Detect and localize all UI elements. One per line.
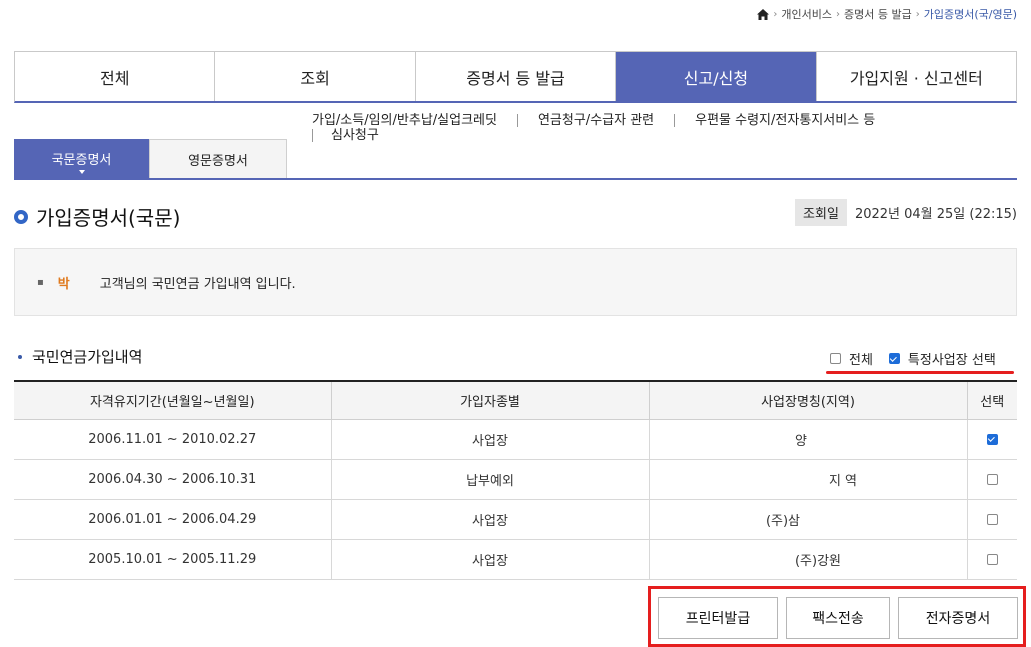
breadcrumb: › 개인서비스 › 증명서 등 발급 › 가입증명서(국/영문) (757, 6, 1017, 22)
row-select-checkbox[interactable] (986, 433, 998, 445)
bullet-icon: ▪ (37, 276, 44, 288)
workplace-filter: 전체 특정사업장 선택 (830, 349, 1012, 368)
cell-workplace: (주)강원 (649, 539, 968, 580)
chevron-right-icon: › (773, 8, 778, 20)
table-row: 2006.04.30 ~ 2006.10.31 납부예외 지 역 (14, 459, 1017, 500)
highlight-underline (826, 371, 1014, 374)
section-title: 국민연금가입내역 (32, 348, 143, 366)
chevron-right-icon: › (915, 8, 920, 20)
tab-all[interactable]: 전체 (15, 52, 216, 101)
row-select-checkbox[interactable] (986, 513, 998, 525)
customer-name: 박 (57, 276, 70, 292)
tab-report-apply[interactable]: 신고/신청 (616, 52, 817, 101)
info-box: ▪ 박 고객님의 국민연금 가입내역 입니다. (14, 248, 1017, 316)
cell-period: 2005.10.01 ~ 2005.11.29 (14, 539, 332, 580)
table-row: 2006.11.01 ~ 2010.02.27 사업장 양 (14, 419, 1017, 460)
divider (516, 114, 518, 127)
column-header-select: 선택 (967, 381, 1017, 420)
chevron-right-icon: › (836, 8, 841, 20)
cell-select (967, 419, 1017, 460)
breadcrumb-item[interactable]: 개인서비스 (781, 6, 832, 22)
page-title-block: 가입증명서(국문) (14, 202, 180, 231)
cell-select (967, 539, 1017, 580)
column-header-workplace: 사업장명칭(지역) (649, 381, 968, 420)
tab-support-center[interactable]: 가입지원 · 신고센터 (816, 52, 1017, 101)
subnav-item-enrollment[interactable]: 가입/소득/임의/반추납/실업크레딧 (312, 113, 497, 128)
table-row: 2005.10.01 ~ 2005.11.29 사업장 (주)강원 (14, 539, 1017, 580)
table-row: 2006.01.01 ~ 2006.04.29 사업장 (주)삼 (14, 499, 1017, 540)
workplace-name: (주)삼 (765, 513, 801, 529)
page-title: 가입증명서(국문) (36, 206, 181, 230)
cell-workplace: 양 (649, 419, 968, 460)
cell-period: 2006.01.01 ~ 2006.04.29 (14, 499, 332, 540)
tab-english-certificate[interactable]: 영문증명서 (149, 139, 287, 178)
cell-period: 2006.04.30 ~ 2006.10.31 (14, 459, 332, 500)
print-issue-button[interactable]: 프린터발급 (658, 597, 778, 639)
lookup-badge: 조회일 (795, 199, 847, 226)
tab-inquiry[interactable]: 조회 (215, 52, 416, 101)
cell-type: 사업장 (331, 499, 650, 540)
fax-send-button[interactable]: 팩스전송 (786, 597, 890, 639)
home-icon[interactable] (757, 8, 770, 20)
row-select-checkbox[interactable] (986, 473, 998, 485)
tab-certificates[interactable]: 증명서 등 발급 (415, 52, 617, 101)
cell-select (967, 499, 1017, 540)
breadcrumb-item[interactable]: 증명서 등 발급 (844, 6, 912, 22)
tab-korean-certificate[interactable]: 국문증명서 (14, 139, 149, 178)
lookup-date: 2022년 04월 25일 (22:15) (854, 207, 1017, 222)
workplace-name: 지 역 (828, 473, 858, 489)
workplace-name: (주)강원 (794, 553, 842, 569)
column-header-period: 자격유지기간(년월일~년월일) (14, 381, 332, 420)
all-checkbox[interactable] (830, 353, 841, 364)
circle-bullet-icon (14, 209, 28, 224)
subnav-item-pension-claim[interactable]: 연금청구/수급자 관련 (538, 113, 654, 128)
dot-bullet-icon (18, 354, 22, 359)
specific-workplace-label[interactable]: 특정사업장 선택 (908, 349, 996, 368)
main-tab-bar: 전체 조회 증명서 등 발급 신고/신청 가입지원 · 신고센터 (14, 51, 1017, 103)
cell-select (967, 459, 1017, 500)
table-header-row: 자격유지기간(년월일~년월일) 가입자종별 사업장명칭(지역) 선택 (14, 381, 1017, 420)
all-checkbox-label[interactable]: 전체 (849, 349, 873, 368)
cell-workplace: 지 역 (649, 459, 968, 500)
cell-type: 사업장 (331, 419, 650, 460)
cell-type: 납부예외 (331, 459, 650, 500)
subnav-item-mail-address[interactable]: 우편물 수령지/전자통지서비스 등 (695, 113, 875, 128)
cell-workplace: (주)삼 (649, 499, 968, 540)
info-message: 고객님의 국민연금 가입내역 입니다. (99, 276, 296, 292)
document-tab-bar: 국문증명서 영문증명서 (14, 139, 1017, 180)
section-header: 국민연금가입내역 (18, 346, 142, 367)
electronic-certificate-button[interactable]: 전자증명서 (898, 597, 1018, 639)
cell-period: 2006.11.01 ~ 2010.02.27 (14, 419, 332, 460)
action-button-group: 프린터발급 팩스전송 전자증명서 (648, 586, 1026, 647)
enrollment-history-table: 자격유지기간(년월일~년월일) 가입자종별 사업장명칭(지역) 선택 2006.… (14, 380, 1017, 580)
workplace-name: 양 (795, 433, 807, 449)
cell-type: 사업장 (331, 539, 650, 580)
divider (674, 114, 676, 127)
column-header-type: 가입자종별 (331, 381, 650, 420)
row-select-checkbox[interactable] (986, 553, 998, 565)
lookup-date-block: 조회일 2022년 04월 25일 (22:15) (795, 199, 1017, 226)
breadcrumb-current[interactable]: 가입증명서(국/영문) (924, 6, 1017, 22)
specific-workplace-checkbox[interactable] (888, 353, 900, 364)
